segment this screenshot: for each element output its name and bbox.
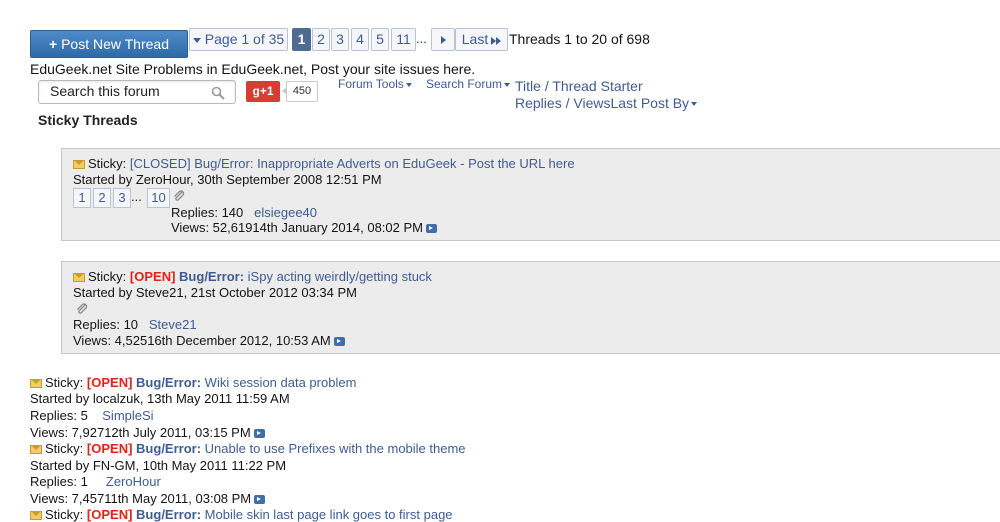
go-to-last-post-icon[interactable] [333, 337, 345, 346]
last-poster-link[interactable]: ZeroHour [106, 474, 161, 489]
pager-ellipsis: ... [416, 31, 427, 46]
page-jump-dropdown[interactable]: Page 1 of 35 [189, 28, 288, 51]
sticky-threads-heading: Sticky Threads [38, 112, 138, 128]
post-new-thread-button[interactable]: + Post New Thread [30, 30, 188, 58]
thread-started: Started by Steve21, 21st October 2012 03… [73, 285, 358, 300]
sort-row-2: Replies / ViewsLast Post By [515, 95, 698, 111]
forum-description: EduGeek.net Site Problems in EduGeek.net… [30, 61, 476, 77]
thread-title-link[interactable]: Unable to use Prefixes with the mobile t… [205, 441, 466, 456]
sort-last-post-link[interactable]: Last Post By [610, 95, 689, 111]
page-link[interactable]: 11 [391, 28, 416, 51]
last-poster-link[interactable]: SimpleSi [102, 408, 153, 423]
thread-started: Started by localzuk, 13th May 2011 11:59… [30, 391, 290, 406]
forum-tools-label: Forum Tools [338, 77, 404, 91]
chevron-down-icon [691, 102, 698, 107]
envelope-icon [30, 511, 42, 520]
thread-prefix: Bug/Error: [136, 441, 202, 456]
sticky-label: Sticky: [45, 507, 84, 522]
views-and-last-post: Views: 52,61914th January 2014, 08:02 PM [171, 220, 423, 235]
search-input[interactable] [39, 81, 210, 101]
paperclip-icon [174, 190, 185, 201]
envelope-icon [30, 445, 42, 454]
go-to-last-post-icon[interactable] [254, 495, 266, 504]
replies-count: Replies: 140 [171, 205, 244, 220]
page-link[interactable]: 3 [331, 28, 349, 51]
sort-views-link[interactable]: Views [573, 95, 610, 111]
thread-row: Sticky: [OPEN] Bug/Error: iSpy acting we… [61, 261, 1000, 354]
search-forum-menu[interactable]: Search Forum [426, 77, 511, 91]
thread-title-link[interactable]: Mobile skin last page link goes to first… [205, 507, 453, 522]
sort-separator: / [561, 95, 574, 111]
chevron-down-icon [192, 37, 201, 43]
search-box [38, 80, 236, 104]
threads-count: Threads 1 to 20 of 698 [509, 31, 650, 47]
sort-row-1: Title / Thread Starter [515, 78, 643, 94]
thread-page-link[interactable]: 2 [93, 188, 111, 208]
paperclip-icon [77, 303, 88, 314]
envelope-icon [73, 160, 85, 169]
sticky-label: Sticky: [45, 441, 84, 456]
thread-title-link[interactable]: Wiki session data problem [205, 375, 357, 390]
envelope-icon [30, 379, 42, 388]
thread-row: Sticky: [CLOSED] Bug/Error: Inappropriat… [61, 148, 1000, 241]
thread-started: Started by ZeroHour, 30th September 2008… [73, 172, 382, 187]
arrow-right-icon [440, 36, 446, 45]
views-and-last-post: Views: 7,45711th May 2011, 03:08 PM [30, 491, 252, 506]
thread-title-link[interactable]: iSpy acting weirdly/getting stuck [248, 269, 432, 284]
sort-title-link[interactable]: Title [515, 78, 541, 94]
sticky-label: Sticky: [88, 156, 127, 171]
last-poster-link[interactable]: Steve21 [149, 317, 197, 332]
sort-replies-link[interactable]: Replies [515, 95, 562, 111]
double-arrow-right-icon [491, 30, 502, 51]
page-link[interactable]: 2 [312, 28, 330, 51]
page-link-current[interactable]: 1 [292, 28, 311, 51]
sort-starter-link[interactable]: Thread Starter [552, 78, 642, 94]
open-tag: [OPEN] [86, 375, 133, 390]
last-page-label: Last [461, 31, 489, 47]
open-tag: [OPEN] [86, 441, 133, 456]
replies-count: Replies: 10 [73, 317, 139, 332]
thread-pages-ellipsis: ... [131, 189, 142, 204]
sort-separator: / [540, 78, 553, 94]
page-link[interactable]: 4 [351, 28, 369, 51]
thread-row: Sticky: [OPEN] Bug/Error: Mobile skin la… [30, 507, 630, 522]
thread-page-link[interactable]: 3 [113, 188, 131, 208]
page-link[interactable]: 5 [371, 28, 389, 51]
search-forum-label: Search Forum [426, 77, 503, 91]
sticky-label: Sticky: [45, 375, 84, 390]
thread-row: Sticky: [OPEN] Bug/Error: Wiki session d… [30, 375, 630, 441]
google-plus-button[interactable]: g+1 [246, 81, 280, 102]
search-icon[interactable] [211, 86, 225, 100]
thread-page-link[interactable]: 1 [73, 188, 91, 208]
chevron-down-icon [405, 82, 412, 87]
next-page-button[interactable] [431, 28, 455, 51]
go-to-last-post-icon[interactable] [253, 429, 265, 438]
last-page-button[interactable]: Last [455, 28, 508, 51]
google-plus-count: 450 [282, 81, 318, 102]
replies-count: Replies: 1 [30, 474, 88, 489]
views-and-last-post: Views: 4,52516th December 2012, 10:53 AM [73, 333, 331, 348]
page-label: Page 1 of 35 [204, 31, 285, 47]
last-poster-link[interactable]: elsiegee40 [254, 205, 317, 220]
thread-row: Sticky: [OPEN] Bug/Error: Unable to use … [30, 441, 630, 507]
thread-prefix: Bug/Error: [179, 269, 245, 284]
envelope-icon [73, 273, 85, 282]
thread-started: Started by FN-GM, 10th May 2011 11:22 PM [30, 458, 287, 473]
plus-icon: + [49, 36, 58, 52]
views-and-last-post: Views: 7,92712th July 2011, 03:15 PM [30, 425, 251, 440]
thread-page-link[interactable]: 10 [147, 188, 170, 208]
sticky-label: Sticky: [88, 269, 127, 284]
open-tag: [OPEN] [129, 269, 176, 284]
thread-prefix: Bug/Error: [136, 507, 202, 522]
open-tag: [OPEN] [86, 507, 133, 522]
thread-title-link[interactable]: [CLOSED] Bug/Error: Inappropriate Advert… [130, 156, 575, 171]
go-to-last-post-icon[interactable] [426, 224, 437, 233]
thread-prefix: Bug/Error: [136, 375, 202, 390]
chevron-down-icon [504, 82, 511, 87]
post-new-thread-label: Post New Thread [61, 36, 169, 52]
forum-tools-menu[interactable]: Forum Tools [338, 77, 412, 91]
replies-count: Replies: 5 [30, 408, 88, 423]
